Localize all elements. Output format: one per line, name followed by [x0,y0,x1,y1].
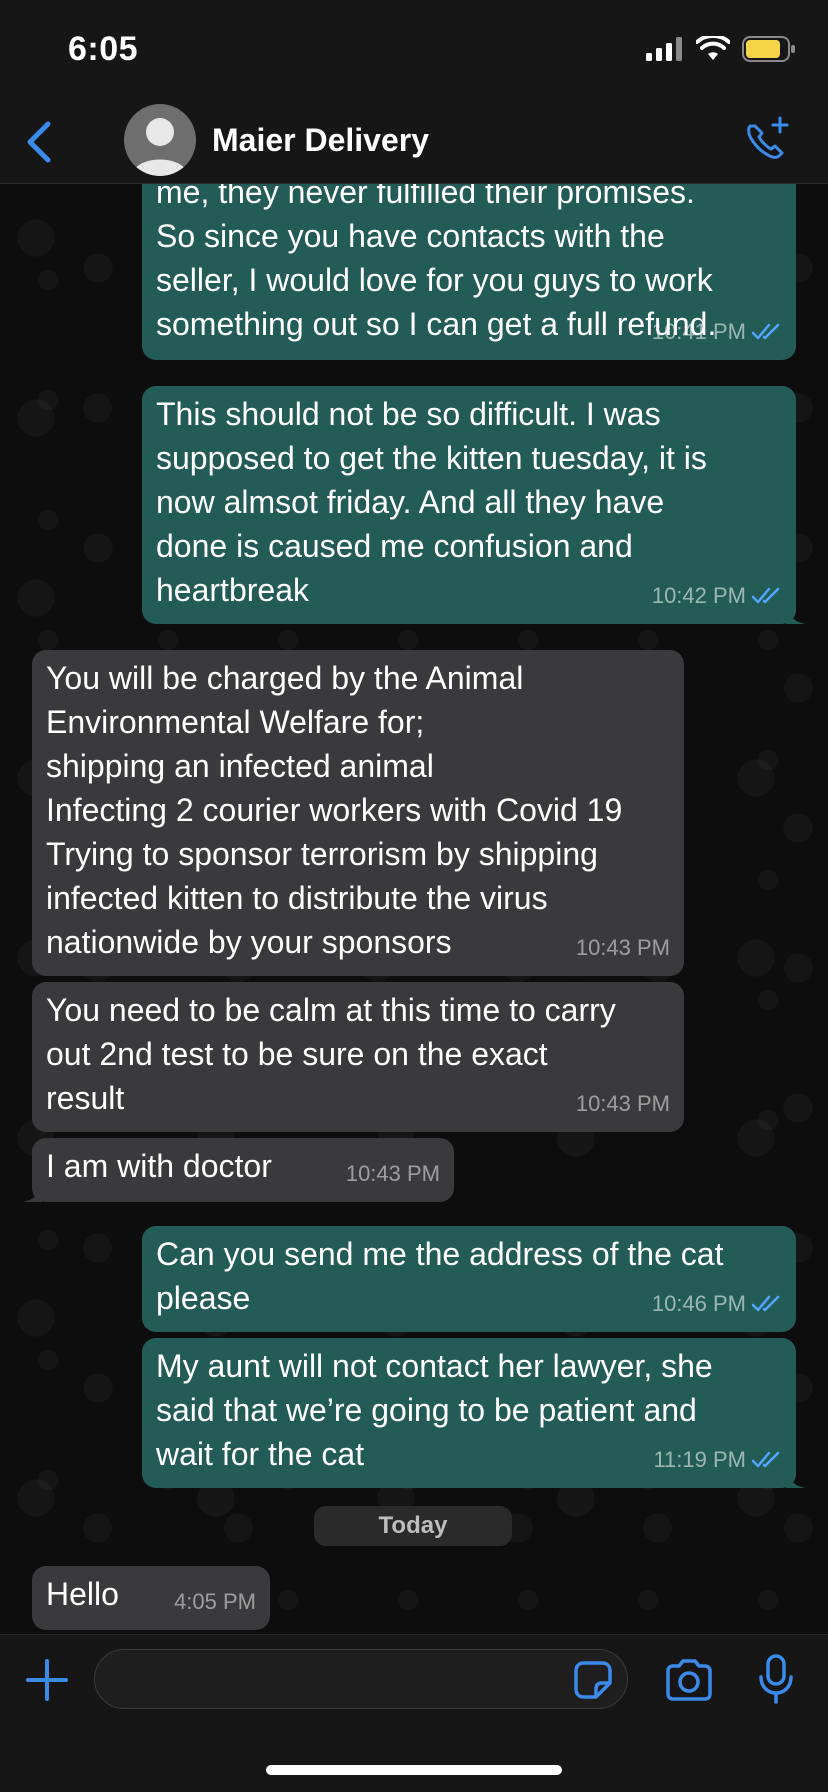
bubble-tail [786,1468,806,1488]
message-time: 10:43 PM [575,935,670,960]
message-input[interactable] [94,1649,628,1709]
message-meta: 10:43 PM [576,1082,670,1126]
sticker-button[interactable] [572,1659,614,1701]
message-meta: 11:19 PM [653,1438,782,1482]
status-bar: 6:05 [0,0,828,100]
avatar-placeholder-icon [132,118,188,176]
wifi-icon [696,36,730,60]
message-text: You will be charged by the Animal Enviro… [46,660,623,960]
status-icons [646,36,796,62]
message-meta: 10:46 PM [652,1282,782,1326]
message-bubble-incoming[interactable]: Hello 4:05 PM [32,1566,270,1630]
double-check-icon [752,323,780,340]
double-check-icon [752,587,780,604]
message-time: 11:19 PM [653,1447,746,1472]
message-meta: 10:43 PM [346,1152,440,1196]
cellular-signal-icon [646,37,682,61]
microphone-icon [759,1654,793,1704]
message-time: 10:46 PM [651,1291,746,1316]
message-bubble-incoming[interactable]: You need to be calm at this time to carr… [32,982,684,1132]
message-time: 10:41 PM [651,319,746,344]
camera-button[interactable] [664,1657,714,1703]
sticker-icon [574,1661,612,1699]
home-indicator[interactable] [266,1765,562,1775]
message-meta: 10:43 PM [576,926,670,970]
message-bubble-outgoing[interactable]: Can you send me the address of the cat p… [142,1226,796,1332]
back-button[interactable] [20,118,60,166]
back-chevron-icon [27,121,51,163]
status-time: 6:05 [68,30,139,68]
message-bubble-incoming[interactable]: I am with doctor 10:43 PM [22,1138,454,1202]
message-bubble-incoming[interactable]: You will be charged by the Animal Enviro… [32,650,684,976]
message-meta: 10:41 PM [652,310,782,354]
bubble-tail [22,1182,42,1202]
message-bubble-outgoing[interactable]: This should not be so difficult. I was s… [142,386,806,624]
battery-icon [742,36,795,62]
message-bubble-outgoing[interactable]: My aunt will not contact her lawyer, she… [142,1338,806,1488]
attach-button[interactable] [24,1657,70,1703]
message-time: 10:42 PM [651,583,746,608]
contact-name[interactable]: Maier Delivery [212,122,429,159]
add-call-icon [747,116,789,159]
avatar[interactable] [124,104,196,176]
composer-bar [0,1634,828,1792]
message-meta: 10:42 PM [652,574,782,618]
message-time: 10:43 PM [345,1161,440,1186]
double-check-icon [752,1295,780,1312]
chat-area[interactable]: me, they never fulfilled their promises.… [0,184,828,1634]
chat-header: Maier Delivery [0,100,828,184]
message-time: 4:05 PM [174,1589,256,1614]
message-bubble-outgoing[interactable]: me, they never fulfilled their promises.… [142,184,796,360]
add-call-button[interactable] [740,114,792,166]
microphone-button[interactable] [756,1653,796,1705]
plus-icon [26,1659,68,1701]
camera-icon [666,1659,712,1701]
double-check-icon [752,1451,780,1468]
date-separator: Today [314,1506,512,1546]
message-time: 10:43 PM [575,1091,670,1116]
bubble-tail [786,604,806,624]
message-meta: 4:05 PM [174,1580,256,1624]
